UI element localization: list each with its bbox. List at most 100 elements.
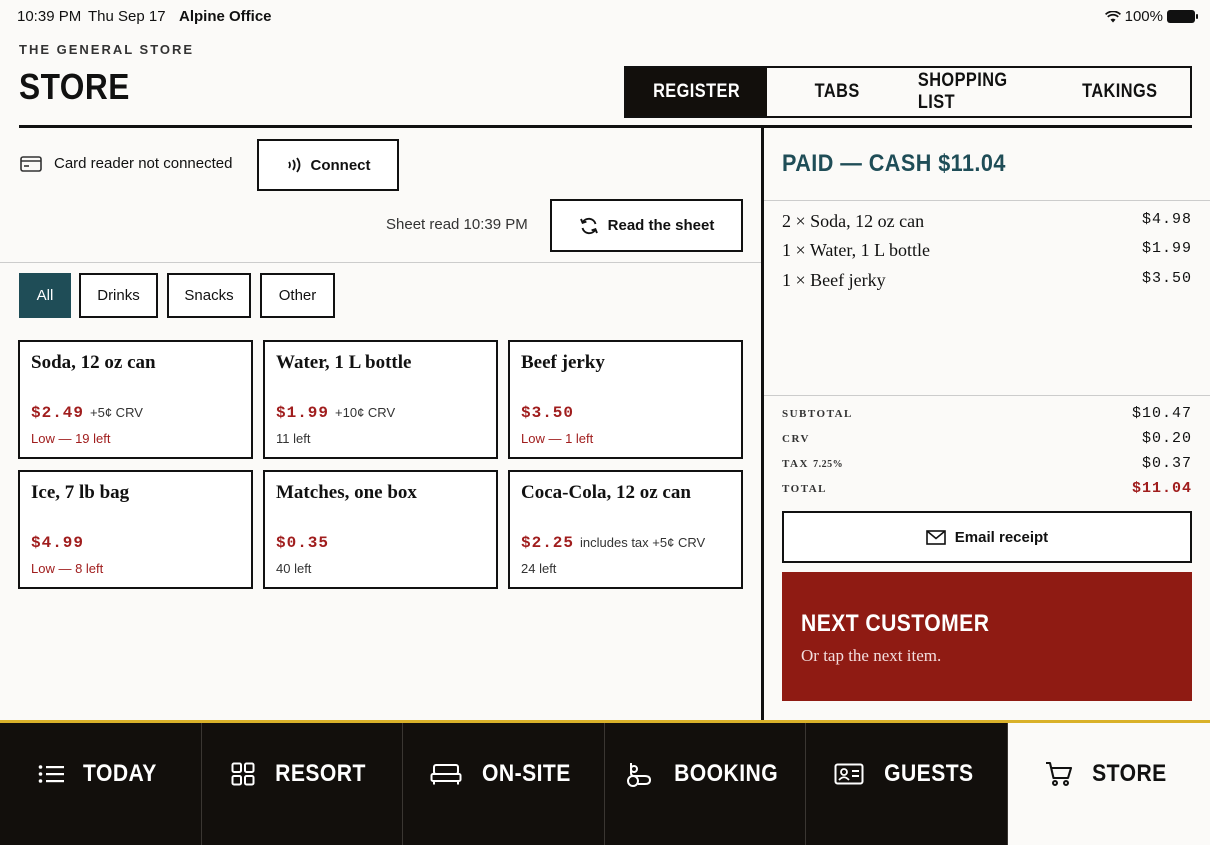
nav-resort-label: RESORT bbox=[275, 760, 367, 787]
status-bar: 10:39 PM Thu Sep 17 Alpine Office 100% bbox=[0, 0, 1210, 32]
receipt-divider-top bbox=[764, 200, 1210, 201]
product-price: $1.99 bbox=[276, 404, 330, 422]
line-item-amount: $4.98 bbox=[1141, 211, 1192, 228]
product-card[interactable]: Coca-Cola, 12 oz can $2.25 includes tax +… bbox=[508, 470, 743, 589]
total-value: $11.04 bbox=[1131, 480, 1192, 497]
list-icon bbox=[39, 765, 65, 783]
battery-percent: 100% bbox=[1124, 8, 1163, 25]
tab-shopping-list[interactable]: SHOPPING LIST bbox=[908, 68, 1049, 116]
status-carrier: Alpine Office bbox=[179, 8, 272, 25]
email-receipt-label: Email receipt bbox=[954, 528, 1049, 546]
nav-resort[interactable]: RESORT bbox=[202, 723, 404, 845]
receipt-divider-bottom bbox=[764, 395, 1210, 396]
nav-guests-label: GUESTS bbox=[883, 760, 974, 787]
product-note: includes tax +5¢ CRV bbox=[580, 535, 706, 550]
panel-divider bbox=[761, 128, 764, 720]
page-title: STORE bbox=[19, 66, 130, 107]
sheet-read-time: Sheet read 10:39 PM bbox=[386, 216, 528, 233]
next-customer-title: NEXT CUSTOMER bbox=[801, 610, 990, 637]
product-stock: Low — 1 left bbox=[521, 431, 594, 446]
cart-icon bbox=[1046, 761, 1073, 786]
nav-guests[interactable]: GUESTS bbox=[806, 723, 1008, 845]
next-customer-subtitle: Or tap the next item. bbox=[801, 646, 942, 665]
crv-value: $0.20 bbox=[1141, 430, 1192, 447]
product-stock: 24 left bbox=[521, 561, 557, 576]
nav-booking-label: BOOKING bbox=[674, 760, 779, 787]
nav-today-label: TODAY bbox=[83, 760, 158, 787]
product-card[interactable]: Beef jerky $3.50 Low — 1 left bbox=[508, 340, 743, 459]
product-name: Coca-Cola, 12 oz can bbox=[521, 482, 691, 503]
total-label: TOTAL bbox=[782, 483, 827, 495]
id-card-icon bbox=[834, 763, 864, 785]
product-name: Water, 1 L bottle bbox=[276, 352, 412, 373]
product-card[interactable]: Soda, 12 oz can $2.49 +5¢ CRV Low — 19 le… bbox=[18, 340, 253, 459]
subtotal-row: SUBTOTAL $10.47 bbox=[782, 405, 1192, 422]
filter-other[interactable]: Other bbox=[260, 273, 335, 318]
line-item-desc: 1 × Water, 1 L bottle bbox=[782, 240, 930, 260]
nav-on-site-label: ON-SITE bbox=[482, 760, 571, 787]
product-stock: 40 left bbox=[276, 561, 312, 576]
credit-card-icon bbox=[20, 155, 42, 172]
header-divider bbox=[19, 125, 1192, 128]
status-right: 100% bbox=[1104, 8, 1198, 25]
payment-status-title: PAID — CASH $11.04 bbox=[782, 150, 1006, 177]
product-name: Ice, 7 lb bag bbox=[31, 482, 130, 503]
line-item-amount: $1.99 bbox=[1141, 240, 1192, 257]
product-stock: 11 left bbox=[276, 431, 311, 446]
product-card[interactable]: Matches, one box $0.35 40 left bbox=[263, 470, 498, 589]
email-receipt-button[interactable]: Email receipt bbox=[782, 511, 1192, 563]
line-item-desc: 1 × Beef jerky bbox=[782, 270, 886, 290]
line-item-desc: 2 × Soda, 12 oz can bbox=[782, 211, 925, 231]
subtotal-value: $10.47 bbox=[1131, 405, 1192, 422]
total-row: TOTAL $11.04 bbox=[782, 480, 1192, 497]
wifi-icon bbox=[1104, 10, 1121, 22]
nav-store-label: STORE bbox=[1092, 760, 1168, 787]
status-time: 10:39 PM bbox=[17, 8, 82, 25]
nav-on-site[interactable]: ON-SITE bbox=[403, 723, 605, 845]
filter-all[interactable]: All bbox=[19, 273, 71, 318]
bed-icon bbox=[430, 764, 462, 785]
tax-row: TAX 7.25% $0.37 bbox=[782, 455, 1192, 472]
status-date: Thu Sep 17 bbox=[88, 8, 166, 25]
connect-label: Connect bbox=[310, 156, 371, 174]
nav-booking[interactable]: BOOKING bbox=[605, 723, 807, 845]
store-eyebrow: THE GENERAL STORE bbox=[19, 42, 195, 57]
line-item-amount: $3.50 bbox=[1141, 270, 1192, 287]
envelope-icon bbox=[925, 529, 946, 545]
product-price: $2.25 bbox=[521, 534, 575, 552]
grid-icon bbox=[231, 762, 255, 786]
bottom-nav: TODAY RESORT ON-SITE BOOKING GUESTS STOR… bbox=[0, 720, 1210, 845]
filter-drinks[interactable]: Drinks bbox=[79, 273, 158, 318]
product-note: +10¢ CRV bbox=[335, 405, 396, 420]
register-tabs: REGISTER TABS SHOPPING LIST TAKINGS bbox=[624, 66, 1192, 118]
product-price: $2.49 bbox=[31, 404, 85, 422]
product-price: $0.35 bbox=[276, 534, 330, 552]
nav-today[interactable]: TODAY bbox=[0, 723, 202, 845]
card-reader-status: Card reader not connected bbox=[20, 155, 232, 172]
connect-button[interactable]: Connect bbox=[257, 139, 399, 191]
product-stock: Low — 19 left bbox=[31, 431, 111, 446]
product-card[interactable]: Ice, 7 lb bag $4.99 Low — 8 left bbox=[18, 470, 253, 589]
product-price: $4.99 bbox=[31, 534, 85, 552]
product-stock: Low — 8 left bbox=[31, 561, 104, 576]
receipt-line-item: 2 × Soda, 12 oz can $4.98 bbox=[782, 211, 1192, 232]
crv-label: CRV bbox=[782, 433, 810, 445]
read-sheet-button[interactable]: Read the sheet bbox=[550, 199, 743, 252]
card-reader-label: Card reader not connected bbox=[54, 155, 233, 172]
product-card[interactable]: Water, 1 L bottle $1.99 +10¢ CRV 11 left bbox=[263, 340, 498, 459]
tab-register[interactable]: REGISTER bbox=[626, 68, 767, 116]
product-name: Soda, 12 oz can bbox=[31, 352, 156, 373]
tax-value: $0.37 bbox=[1141, 455, 1192, 472]
tax-rate: 7.25% bbox=[813, 459, 844, 470]
contactless-icon bbox=[287, 157, 300, 173]
next-customer-button[interactable]: NEXT CUSTOMER Or tap the next item. bbox=[782, 572, 1192, 701]
receipt-line-item: 1 × Water, 1 L bottle $1.99 bbox=[782, 240, 1192, 261]
tab-takings[interactable]: TAKINGS bbox=[1049, 68, 1190, 116]
product-note: +5¢ CRV bbox=[90, 405, 143, 420]
nav-store[interactable]: STORE bbox=[1007, 723, 1210, 845]
tab-tabs[interactable]: TABS bbox=[767, 68, 908, 116]
left-divider bbox=[0, 262, 761, 263]
battery-icon bbox=[1167, 10, 1198, 23]
filter-snacks[interactable]: Snacks bbox=[167, 273, 251, 318]
read-sheet-label: Read the sheet bbox=[607, 217, 715, 234]
